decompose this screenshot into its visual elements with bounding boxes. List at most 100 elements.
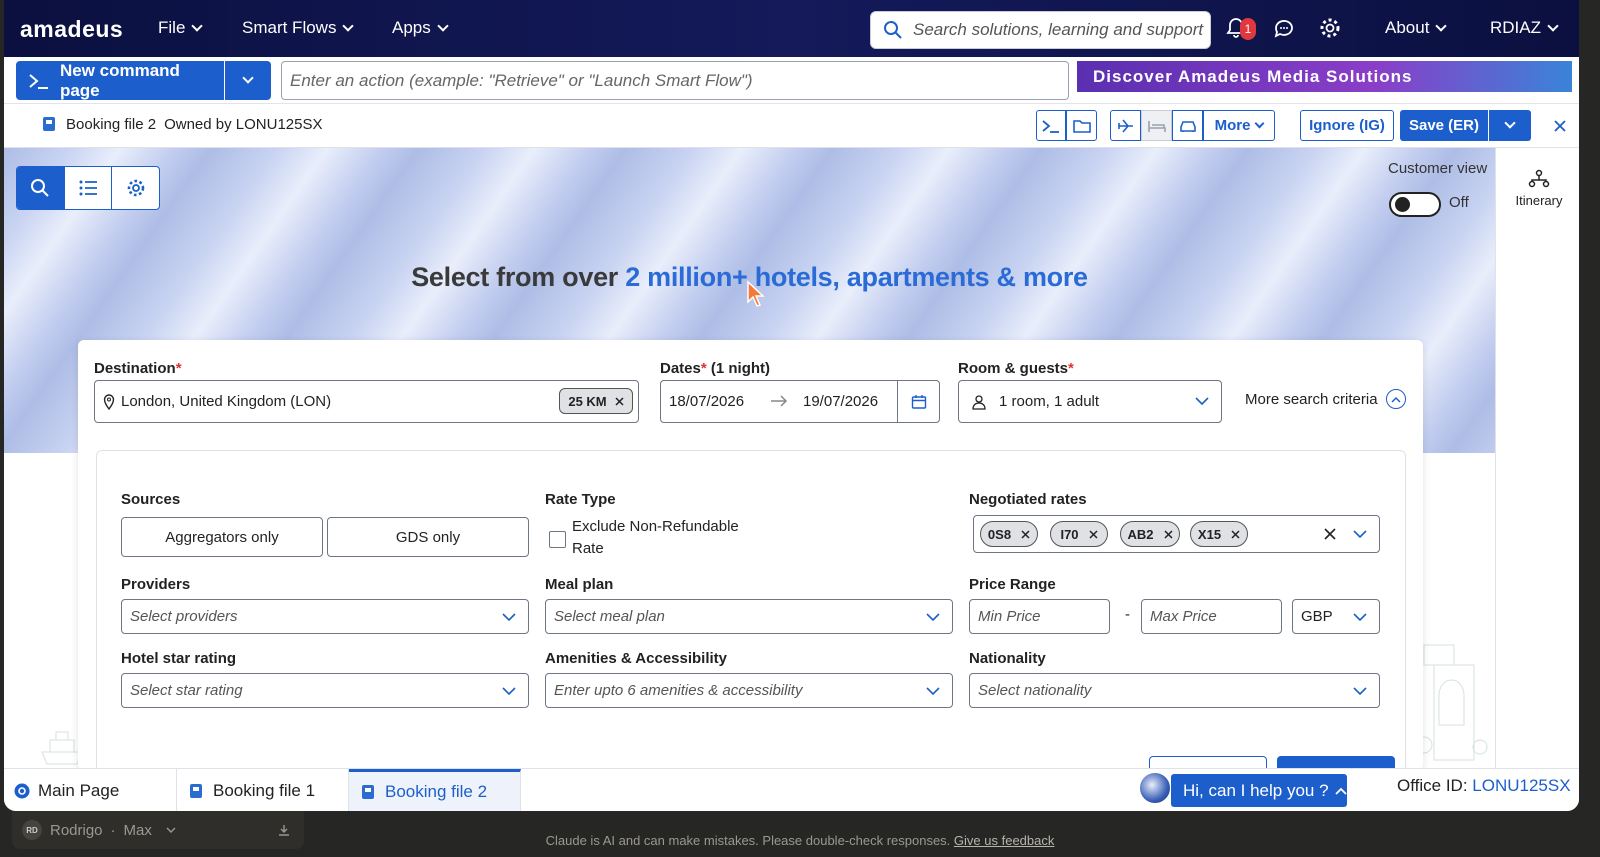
date-range-input[interactable]: 18/07/2026 19/07/2026	[660, 380, 940, 423]
tab-booking-file-2[interactable]: Booking file 2	[349, 769, 521, 811]
negotiated-chip[interactable]: X15	[1190, 521, 1248, 547]
exclude-nonrefundable-label[interactable]: Exclude Non-Refundable Rate	[572, 516, 762, 560]
folder-button[interactable]	[1066, 110, 1097, 141]
menu-about[interactable]: About	[1385, 18, 1448, 38]
aggregators-only-button[interactable]: Aggregators only	[121, 517, 323, 557]
terminal-button[interactable]	[1036, 110, 1066, 141]
more-label: More	[1214, 117, 1251, 134]
city-illustration	[1415, 644, 1488, 761]
booking-file-icon	[190, 783, 202, 798]
tab-search[interactable]	[17, 167, 65, 209]
chevron-down-icon	[1435, 19, 1448, 32]
gear-icon[interactable]	[1318, 16, 1342, 40]
room-guests-value: 1 room, 1 adult	[999, 393, 1100, 410]
nationality-placeholder: Select nationality	[978, 682, 1092, 699]
close-icon[interactable]	[1021, 529, 1030, 539]
office-id-value: LONU125SX	[1472, 776, 1571, 795]
gds-only-button[interactable]: GDS only	[327, 517, 529, 557]
close-icon[interactable]	[1553, 119, 1567, 133]
tab-main-page[interactable]: Main Page	[4, 769, 177, 811]
chevron-down-icon	[926, 687, 940, 696]
booking-file-icon	[43, 117, 55, 131]
destination-input[interactable]: London, United Kingdom (LON)	[94, 380, 639, 423]
airplane-icon	[1117, 118, 1133, 133]
save-button[interactable]: Save (ER)	[1400, 110, 1488, 141]
customer-view-toggle[interactable]	[1389, 192, 1441, 217]
menu-file[interactable]: File	[158, 18, 204, 38]
providers-placeholder: Select providers	[130, 608, 238, 625]
search-icon	[884, 21, 902, 39]
booking-bar: Booking file 2 Owned by LONU125SX More I…	[4, 104, 1579, 148]
clear-icon[interactable]	[1324, 528, 1336, 540]
close-icon[interactable]	[1231, 529, 1240, 539]
amadeus-logo[interactable]: amadeus	[20, 16, 123, 43]
required-marker: *	[700, 360, 711, 377]
close-icon[interactable]	[615, 396, 624, 406]
tab-settings[interactable]	[112, 167, 159, 209]
destination-label-text: Destination	[94, 360, 176, 377]
booking-file-icon	[362, 785, 374, 799]
meal-plan-placeholder: Select meal plan	[554, 608, 665, 625]
ignore-button[interactable]: Ignore (IG)	[1300, 110, 1394, 141]
tab-booking-file-1-label: Booking file 1	[213, 780, 316, 800]
meal-plan-select[interactable]: Select meal plan	[545, 599, 953, 634]
global-search-input[interactable]: Search solutions, learning and support	[870, 11, 1211, 49]
new-command-dropdown-button[interactable]	[225, 61, 271, 100]
promo-banner[interactable]: Discover Amadeus Media Solutions	[1077, 61, 1572, 92]
min-price-input[interactable]: Min Price	[969, 599, 1110, 634]
destination-label: Destination*	[94, 360, 182, 377]
radius-chip[interactable]: 25 KM	[559, 388, 633, 414]
max-price-input[interactable]: Max Price	[1141, 599, 1282, 634]
room-guests-select[interactable]: 1 room, 1 adult	[958, 380, 1222, 423]
chevron-down-icon	[1254, 118, 1265, 128]
feedback-link[interactable]: Give us feedback	[954, 833, 1054, 848]
chevron-down-icon	[242, 72, 254, 84]
chat-bubble-icon[interactable]	[1272, 16, 1296, 40]
close-icon[interactable]	[1089, 529, 1098, 539]
user-menu[interactable]: RDIAZ	[1490, 18, 1559, 38]
providers-select[interactable]: Select providers	[121, 599, 529, 634]
calendar-icon[interactable]	[911, 394, 927, 410]
destination-value: London, United Kingdom (LON)	[121, 393, 332, 410]
chevron-down-icon	[1547, 19, 1559, 32]
close-icon[interactable]	[1163, 529, 1173, 539]
tab-main-page-label: Main Page	[38, 780, 120, 800]
more-button[interactable]: More	[1203, 110, 1275, 141]
radius-chip-label: 25 KM	[568, 393, 607, 409]
meal-plan-label: Meal plan	[545, 576, 614, 593]
chevron-down-icon	[437, 19, 449, 32]
save-dropdown-button[interactable]	[1489, 110, 1531, 141]
chevron-down-icon	[1504, 117, 1516, 129]
nationality-select[interactable]: Select nationality	[969, 673, 1380, 708]
negotiated-chip[interactable]: I70	[1050, 521, 1108, 547]
chevron-down-icon	[502, 613, 516, 622]
negotiated-chip[interactable]: AB2	[1120, 521, 1180, 547]
negotiated-chip[interactable]: 0S8	[980, 521, 1038, 547]
amadeus-icon	[14, 783, 30, 798]
chat-assistant-button[interactable]: Hi, can I help you ?	[1171, 774, 1347, 807]
checkout-date[interactable]: 19/07/2026	[803, 393, 878, 410]
checkin-date[interactable]: 18/07/2026	[669, 393, 744, 410]
tab-list[interactable]	[65, 167, 113, 209]
currency-select[interactable]: GBP	[1292, 599, 1380, 634]
command-input[interactable]: Enter an action (example: "Retrieve" or …	[281, 61, 1069, 100]
hotel-button[interactable]	[1141, 110, 1172, 141]
amenities-placeholder: Enter upto 6 amenities & accessibility	[554, 682, 803, 699]
car-button[interactable]	[1172, 110, 1203, 141]
rate-type-label: Rate Type	[545, 491, 616, 508]
terminal-icon	[1042, 119, 1059, 133]
negotiated-rates-label: Negotiated rates	[969, 491, 1087, 508]
chevron-down-icon[interactable]	[1353, 530, 1367, 539]
star-rating-label: Hotel star rating	[121, 650, 237, 667]
amenities-select[interactable]: Enter upto 6 amenities & accessibility	[545, 673, 953, 708]
tab-booking-file-1[interactable]: Booking file 1	[177, 769, 349, 811]
new-command-page-button[interactable]: New command page	[16, 61, 224, 100]
menu-smart-flows[interactable]: Smart Flows	[242, 18, 355, 38]
itinerary-button[interactable]: Itinerary	[1513, 168, 1565, 208]
flight-button[interactable]	[1110, 110, 1141, 141]
star-rating-select[interactable]: Select star rating	[121, 673, 529, 708]
exclude-nonrefundable-checkbox[interactable]	[549, 531, 566, 548]
assistant-avatar[interactable]	[1138, 771, 1172, 805]
more-search-criteria-toggle[interactable]: More search criteria	[1245, 389, 1406, 409]
menu-apps[interactable]: Apps	[392, 18, 449, 38]
